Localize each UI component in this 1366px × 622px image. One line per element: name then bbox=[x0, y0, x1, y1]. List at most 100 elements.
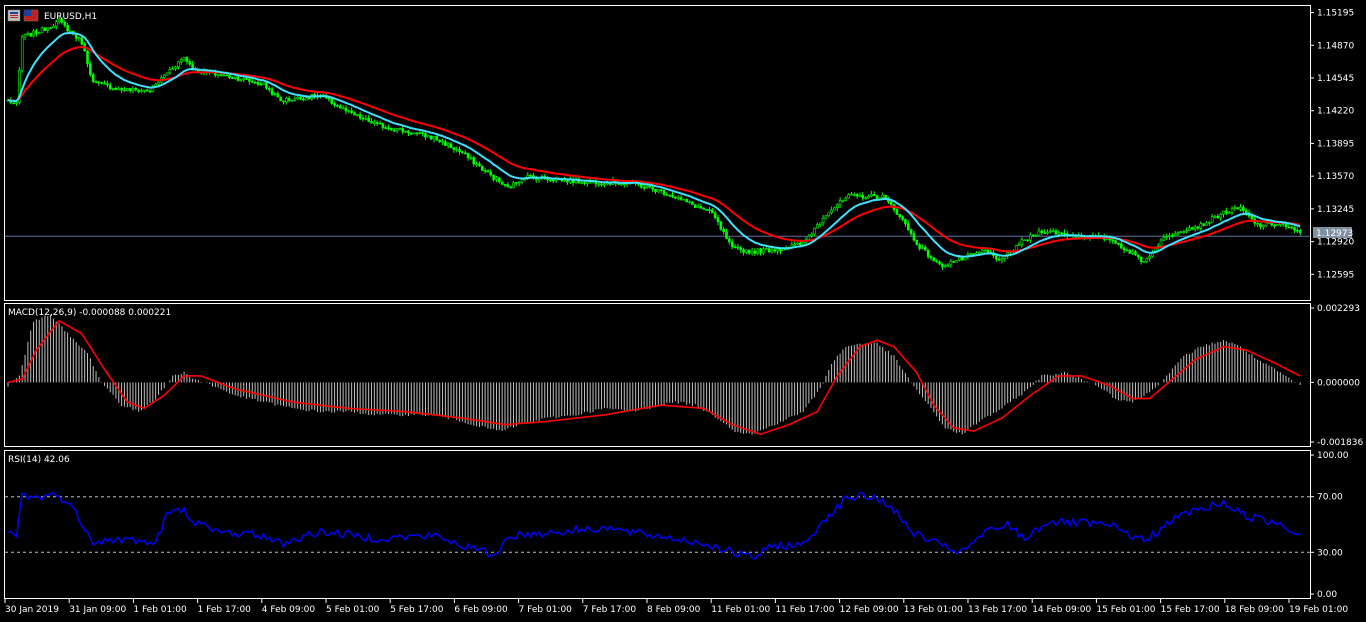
candle-body bbox=[1043, 232, 1046, 234]
candle-body bbox=[341, 107, 345, 110]
candle-body bbox=[185, 57, 189, 62]
candle-body bbox=[279, 96, 282, 102]
candle-body bbox=[120, 87, 123, 91]
candle-body bbox=[35, 30, 38, 34]
candle-body bbox=[492, 174, 495, 180]
candle-body bbox=[378, 122, 382, 125]
candle-body bbox=[705, 209, 708, 211]
candle-body bbox=[304, 97, 308, 101]
candle-body bbox=[1213, 215, 1217, 218]
candle-body bbox=[813, 227, 816, 235]
candle-body bbox=[583, 182, 586, 184]
candle-body bbox=[1227, 212, 1231, 214]
candle bbox=[1236, 206, 1240, 210]
price-y-tick-label: 1.13570 bbox=[1317, 172, 1354, 182]
candle-body bbox=[123, 89, 126, 92]
candle-body bbox=[1287, 226, 1291, 229]
candle-body bbox=[867, 196, 870, 199]
candle-body bbox=[327, 97, 331, 100]
candle bbox=[165, 72, 169, 76]
candle-body bbox=[674, 196, 677, 199]
candle-body bbox=[1168, 234, 1171, 237]
candle-body bbox=[702, 208, 706, 210]
price-y-tick-label: 1.13245 bbox=[1317, 205, 1354, 215]
candle-body bbox=[381, 123, 385, 128]
candle-body bbox=[412, 132, 416, 135]
candle-body bbox=[404, 130, 407, 133]
candle bbox=[512, 181, 515, 189]
candle-body bbox=[290, 100, 294, 102]
candle-body bbox=[131, 87, 135, 92]
candle-body bbox=[767, 248, 771, 253]
candle-body bbox=[350, 110, 353, 113]
candle-body bbox=[776, 248, 779, 252]
candle-body bbox=[932, 257, 936, 262]
candle-body bbox=[469, 157, 473, 159]
candle-body bbox=[818, 222, 822, 225]
candle-body bbox=[515, 182, 518, 184]
candle-body bbox=[906, 223, 910, 231]
x-tick-label: 1 Feb 17:00 bbox=[198, 605, 252, 615]
candle-body bbox=[1173, 233, 1177, 236]
candle-body bbox=[344, 107, 348, 112]
candle-body bbox=[676, 197, 680, 199]
candle-body bbox=[100, 81, 104, 84]
candle-body bbox=[233, 76, 237, 79]
candle-body bbox=[1051, 230, 1055, 233]
candle-body bbox=[270, 89, 274, 95]
x-tick-label: 31 Jan 09:00 bbox=[69, 605, 126, 615]
candle-body bbox=[1202, 223, 1205, 226]
candle-body bbox=[1185, 230, 1188, 233]
candle-body bbox=[114, 87, 118, 91]
candle-body bbox=[273, 93, 277, 95]
candle-body bbox=[424, 133, 427, 138]
candle-body bbox=[46, 27, 50, 31]
candle-body bbox=[54, 21, 58, 27]
candle bbox=[1023, 239, 1027, 242]
candle-body bbox=[356, 114, 359, 116]
candle-body bbox=[117, 87, 121, 91]
candle-body bbox=[1273, 224, 1276, 227]
candle-body bbox=[509, 186, 512, 189]
x-tick-label: 30 Jan 2019 bbox=[5, 605, 59, 615]
candle-body bbox=[89, 63, 92, 75]
x-tick-label: 4 Feb 09:00 bbox=[262, 605, 316, 615]
candle-body bbox=[265, 82, 268, 89]
candle-body bbox=[853, 194, 856, 196]
x-tick-label: 5 Feb 01:00 bbox=[326, 605, 380, 615]
candle-body bbox=[975, 252, 978, 255]
candle-body bbox=[696, 206, 700, 208]
candle-body bbox=[1162, 237, 1166, 241]
candle-body bbox=[682, 198, 686, 201]
candle-body bbox=[287, 98, 291, 101]
candle-body bbox=[285, 98, 288, 103]
candle-body bbox=[336, 105, 339, 107]
candle-body bbox=[409, 132, 413, 135]
candle-body bbox=[483, 170, 487, 172]
candle-body bbox=[63, 22, 67, 26]
candle-body bbox=[475, 163, 478, 166]
candle-body bbox=[980, 249, 984, 253]
trading-chart[interactable]: 1.15195 1.14870 1.14545 1.14220 1.13895 1.135… bbox=[0, 0, 1366, 622]
price-y-tick-label: 1.12920 bbox=[1317, 238, 1354, 248]
candle-body bbox=[875, 195, 879, 199]
candle-body bbox=[103, 82, 106, 85]
candle-body bbox=[1040, 230, 1044, 233]
candle-body bbox=[1242, 206, 1245, 212]
candle-body bbox=[111, 87, 115, 90]
candle-body bbox=[691, 201, 694, 205]
candle-body bbox=[282, 100, 285, 103]
candle-body bbox=[478, 163, 481, 167]
x-tick-label: 6 Feb 09:00 bbox=[454, 605, 508, 615]
candle-body bbox=[1137, 254, 1140, 258]
candle-body bbox=[1284, 223, 1288, 228]
candle-body bbox=[174, 66, 177, 69]
price-y-tick-label: 1.15195 bbox=[1317, 9, 1354, 19]
candle-body bbox=[361, 117, 365, 120]
candle-body bbox=[1029, 234, 1032, 241]
candle-body bbox=[91, 74, 95, 82]
candle-body bbox=[1193, 226, 1197, 230]
candle-body bbox=[148, 90, 152, 93]
candle-body bbox=[995, 255, 998, 260]
candle-body bbox=[742, 249, 745, 253]
